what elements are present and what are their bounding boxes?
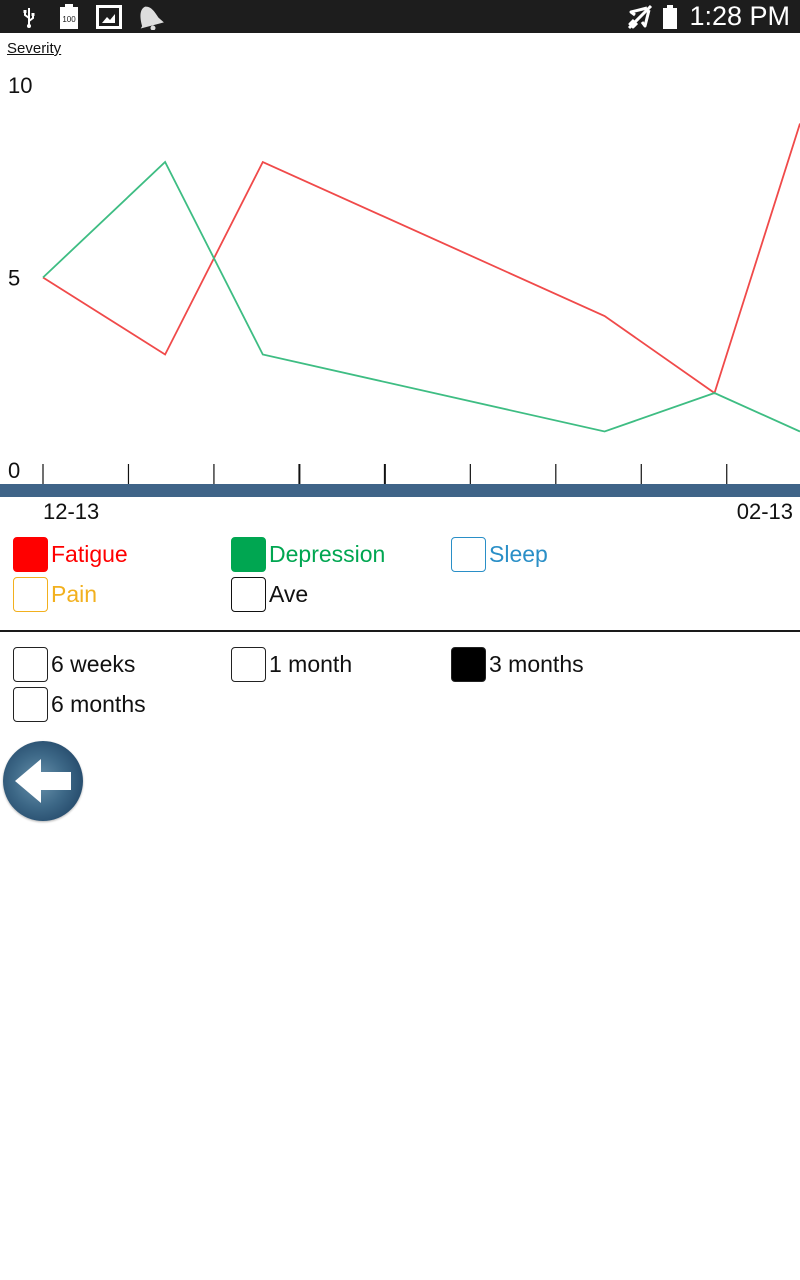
clock: 1:28 PM [689,1,790,31]
checkbox-box[interactable] [13,646,48,682]
usb-icon [20,4,38,29]
checkbox-box[interactable] [231,536,266,572]
range-label: 6 months [51,691,146,717]
legend-ave-checkbox[interactable]: Ave [231,576,308,612]
checkbox-box[interactable] [13,536,48,572]
notification-bell-icon [134,4,164,30]
range-6-months-checkbox[interactable]: 6 months [13,686,146,722]
legend-pain-checkbox[interactable]: Pain [13,576,97,612]
x-axis-bar[interactable] [0,484,800,497]
legend-label: Ave [269,581,309,607]
y-ticks: 0 5 10 [8,73,32,483]
battery-icon [662,4,678,29]
y-tick-label: 10 [8,73,32,98]
legend-depression-checkbox[interactable]: Depression [231,536,385,572]
battery-100-icon: 100 [58,4,80,29]
back-button[interactable] [3,741,83,821]
gallery-icon [95,4,123,29]
x-end-label: 02-13 [737,499,793,524]
legend-sleep-checkbox[interactable]: Sleep [451,536,548,572]
chart-svg: 0 5 10 12-13 02-13 [0,73,800,524]
y-tick-label: 0 [8,458,20,483]
range-label: 3 months [489,651,584,677]
back-arrow-icon [15,759,71,803]
series-line-depression [42,160,800,433]
legend-label: Fatigue [51,541,128,567]
range-1-month-checkbox[interactable]: 1 month [231,646,352,682]
checkbox-box[interactable] [13,686,48,722]
checkbox-box[interactable] [451,536,486,572]
checkbox-box[interactable] [451,646,486,682]
legend-fatigue-checkbox[interactable]: Fatigue [13,536,128,572]
legend-label: Depression [269,541,386,567]
series-line-fatigue [42,123,800,395]
status-bar: 100 1:28 PM [0,0,800,33]
checkbox-box[interactable] [231,576,266,612]
range-label: 1 month [269,651,353,677]
range-label: 6 weeks [51,651,136,677]
x-ticks [42,464,728,484]
section-divider [0,630,800,632]
severity-chart: 0 5 10 12-13 02-13 [0,60,800,540]
range-3-months-checkbox[interactable]: 3 months [451,646,584,682]
y-axis-title: Severity [7,40,62,57]
airplane-mode-icon [626,4,654,29]
checkbox-box[interactable] [13,576,48,612]
series-lines [42,123,800,433]
svg-text:100: 100 [62,15,76,24]
checkbox-box[interactable] [231,646,266,682]
x-start-label: 12-13 [43,499,99,524]
range-6-weeks-checkbox[interactable]: 6 weeks [13,646,135,682]
y-tick-label: 5 [8,266,20,291]
legend-label: Sleep [489,541,548,567]
legend-label: Pain [51,581,98,607]
